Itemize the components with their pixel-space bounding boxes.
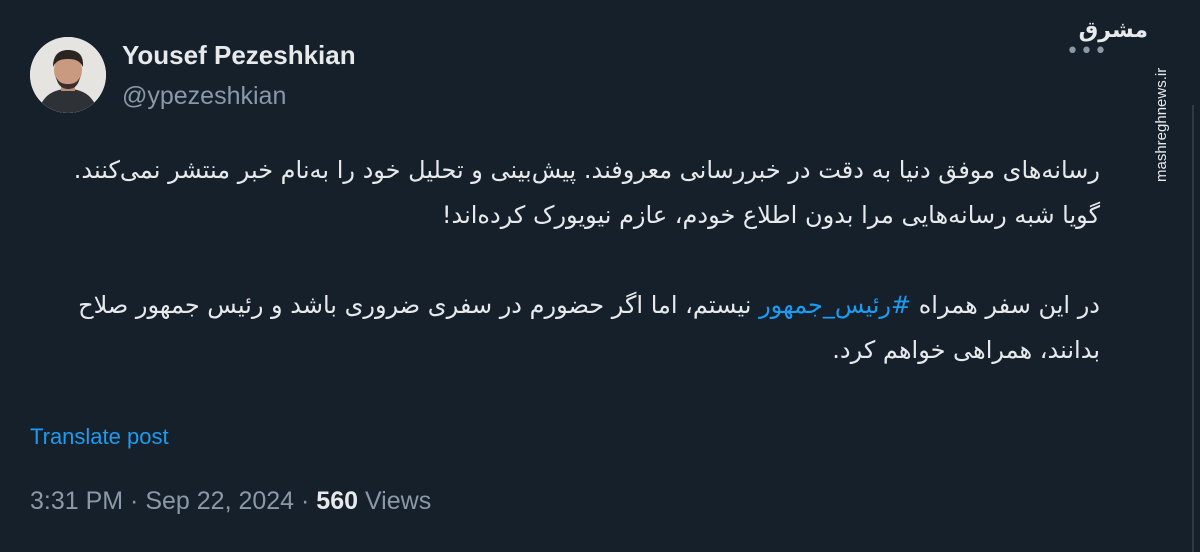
tweet-metadata: 3:31 PM · Sep 22, 2024 · 560 Views [30, 487, 431, 516]
avatar-photo [30, 37, 106, 113]
tweet-date[interactable]: Sep 22, 2024 [145, 487, 294, 515]
translate-post-link[interactable]: Translate post [30, 424, 169, 450]
watermark-url: mashreghnews.ir [1153, 67, 1170, 182]
tweet-paragraph: در این سفر همراه #رئیس_جمهور نیستم، اما … [40, 283, 1100, 373]
tweet: Yousef Pezeshkian @ypezeshkian ••• مشرق … [0, 0, 1200, 552]
hashtag-link[interactable]: #رئیس_جمهور [759, 291, 911, 319]
tweet-text-segment: در این سفر همراه [911, 291, 1100, 319]
tweet-text: رسانه‌های موفق دنیا به دقت در خبررسانی م… [40, 148, 1100, 373]
divider [1192, 105, 1194, 552]
views-label: Views [358, 487, 432, 515]
author-handle[interactable]: @ypezeshkian [122, 82, 286, 111]
meta-separator: · [294, 487, 317, 515]
watermark-logo: مشرق [1078, 18, 1148, 43]
meta-separator: · [123, 487, 146, 515]
avatar[interactable] [30, 37, 106, 113]
author-name[interactable]: Yousef Pezeshkian [122, 40, 356, 71]
tweet-time[interactable]: 3:31 PM [30, 487, 123, 515]
tweet-paragraph: رسانه‌های موفق دنیا به دقت در خبررسانی م… [73, 156, 1100, 229]
more-options-button[interactable]: ••• [1066, 40, 1107, 64]
watermark: مشرق mashreghnews.ir [1078, 16, 1180, 186]
views-count: 560 [316, 487, 359, 515]
